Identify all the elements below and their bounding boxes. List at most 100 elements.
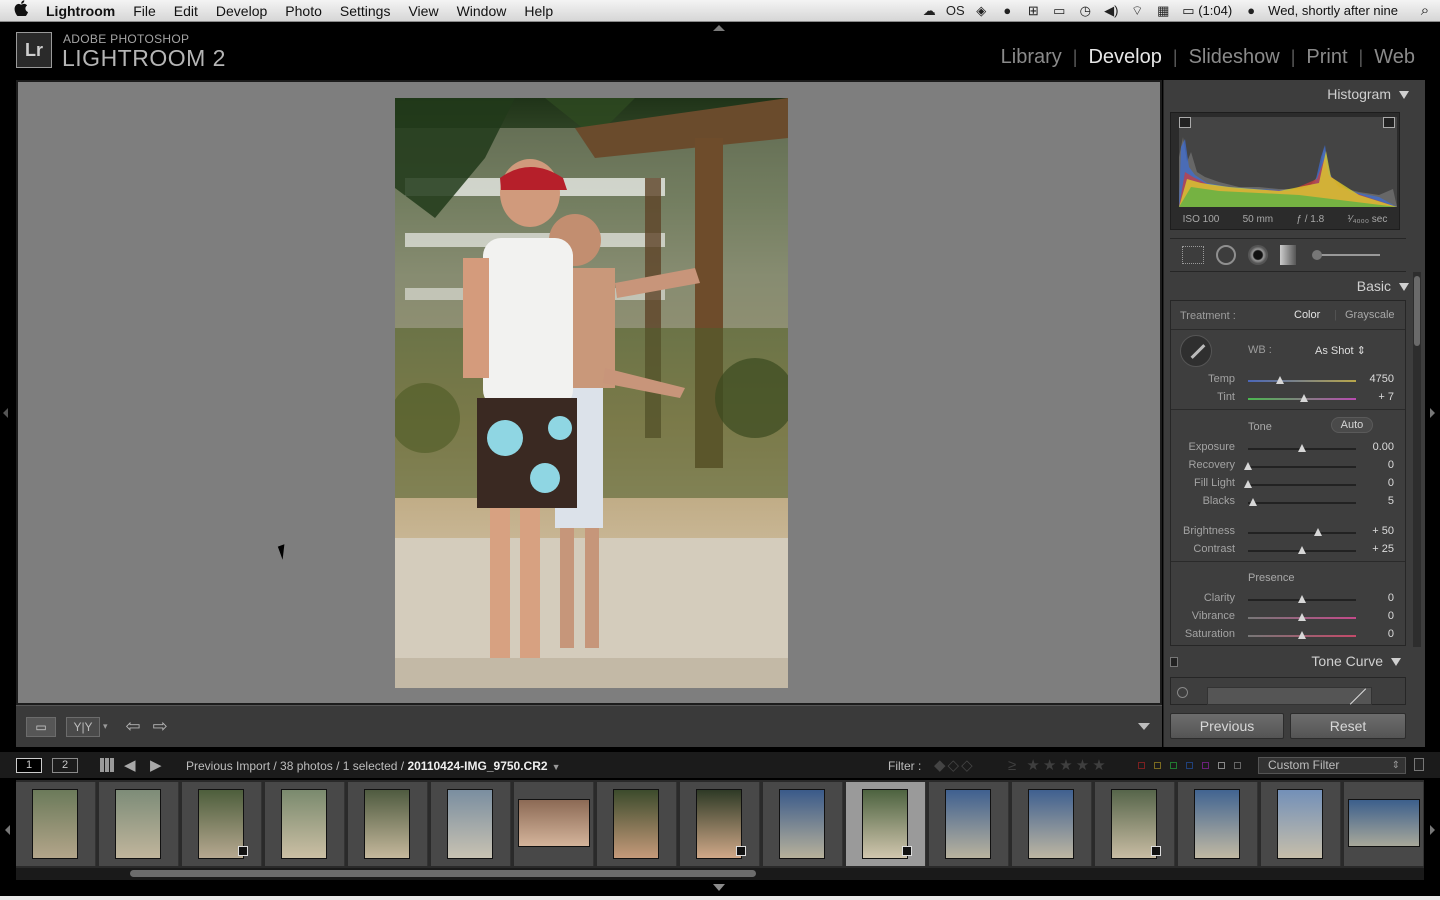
main-photo[interactable] [395, 98, 788, 688]
color-label-red[interactable] [1138, 762, 1145, 769]
recovery-slider[interactable] [1248, 466, 1356, 468]
tone-curve-header[interactable]: Tone Curve [1163, 651, 1425, 673]
user-icon[interactable]: ● [1238, 3, 1264, 18]
saturation-slider-thumb[interactable] [1298, 631, 1306, 639]
module-slideshow[interactable]: Slideshow [1178, 46, 1291, 69]
filmstrip-thumbnail[interactable] [99, 782, 179, 866]
filmstrip-thumbnail[interactable] [265, 782, 345, 866]
highlight-clipping-toggle[interactable] [1383, 117, 1395, 128]
filmstrip-forward-icon[interactable]: ▶ [150, 756, 162, 774]
cloud-sync-icon[interactable]: ☁ [916, 3, 942, 19]
filmstrip-thumbnail[interactable] [597, 782, 677, 866]
brightness-value[interactable]: + 50 [1372, 525, 1394, 537]
fill-light-value[interactable]: 0 [1388, 477, 1394, 489]
filmstrip-thumbnail[interactable] [1261, 782, 1341, 866]
right-panel-toggle-icon[interactable] [1430, 408, 1435, 418]
treatment-grayscale-option[interactable]: Grayscale [1345, 309, 1395, 321]
tint-slider-thumb[interactable] [1300, 394, 1309, 402]
menu-photo[interactable]: Photo [276, 3, 331, 19]
rating-filter[interactable]: ≥ ★★★★★ [1008, 756, 1109, 774]
before-after-button[interactable]: Y|Y [66, 716, 100, 737]
treatment-color-option[interactable]: Color [1294, 309, 1320, 321]
clarity-value[interactable]: 0 [1388, 592, 1394, 604]
exposure-slider-thumb[interactable] [1298, 444, 1306, 452]
menu-lightroom[interactable]: Lightroom [42, 3, 124, 19]
filmstrip-thumbnail[interactable] [763, 782, 843, 866]
filmstrip-thumbnail[interactable] [514, 782, 594, 866]
right-panel-scrollbar[interactable] [1413, 272, 1421, 647]
os-badge-icon[interactable]: OS [942, 3, 968, 18]
graduated-filter-icon[interactable] [1280, 245, 1296, 265]
vibrance-slider-thumb[interactable] [1298, 613, 1306, 621]
loupe-view-button[interactable]: ▭ [26, 716, 56, 737]
loupe-view[interactable] [16, 80, 1162, 705]
previous-photo-icon[interactable]: ⇦ [126, 716, 141, 737]
filmstrip-scroll-right-icon[interactable] [1430, 825, 1435, 835]
filmstrip-thumbnail[interactable] [680, 782, 760, 866]
module-web[interactable]: Web [1363, 46, 1426, 69]
scrollbar-thumb[interactable] [1414, 276, 1420, 346]
tone-curve-enable-toggle[interactable] [1170, 657, 1178, 667]
color-label-purple[interactable] [1202, 762, 1209, 769]
color-label-none[interactable] [1234, 762, 1241, 769]
collapse-filmstrip-icon[interactable] [713, 884, 725, 891]
fill-light-slider[interactable] [1248, 484, 1356, 486]
menubar-clock[interactable]: Wed, shortly after nine [1264, 3, 1410, 18]
recovery-value[interactable]: 0 [1388, 459, 1394, 471]
color-label-yellow[interactable] [1154, 762, 1161, 769]
saturation-value[interactable]: 0 [1388, 628, 1394, 640]
menu-settings[interactable]: Settings [331, 3, 400, 19]
tone-curve-graph[interactable] [1207, 687, 1372, 705]
tint-value[interactable]: + 7 [1378, 391, 1394, 403]
main-window-button[interactable]: 1 [16, 758, 42, 773]
filmstrip-thumbnail[interactable] [1178, 782, 1258, 866]
filmstrip-thumbnail[interactable] [1344, 782, 1424, 866]
add-icon[interactable]: ⊞ [1020, 3, 1046, 19]
chevron-down-icon[interactable]: ▾ [103, 721, 108, 732]
filmstrip-thumbnail[interactable] [16, 782, 96, 866]
reset-button[interactable]: Reset [1290, 713, 1406, 739]
secondary-window-button[interactable]: 2 [52, 758, 78, 773]
target-adjust-icon[interactable] [1177, 687, 1188, 698]
temp-slider-thumb[interactable] [1276, 376, 1285, 384]
filmstrip-thumbnail[interactable] [348, 782, 428, 866]
left-panel-toggle-icon[interactable] [3, 408, 8, 418]
filmstrip-back-icon[interactable]: ◀ [124, 756, 136, 774]
spotlight-search-icon[interactable]: ⌕ [1410, 2, 1440, 19]
filter-lock-toggle[interactable] [1414, 758, 1424, 771]
filmstrip-scroll-left-icon[interactable] [5, 825, 10, 835]
filmstrip-thumbnail[interactable] [1012, 782, 1092, 866]
blacks-slider[interactable] [1248, 502, 1356, 504]
exposure-value[interactable]: 0.00 [1373, 441, 1394, 453]
growl-icon[interactable]: ● [994, 3, 1020, 18]
menu-help[interactable]: Help [515, 3, 562, 19]
crop-overlay-icon[interactable] [1182, 246, 1204, 264]
menu-develop[interactable]: Develop [207, 3, 276, 19]
contrast-slider-thumb[interactable] [1298, 546, 1306, 554]
histogram-header[interactable]: Histogram [1327, 86, 1409, 102]
filmstrip[interactable] [16, 780, 1424, 868]
filmstrip-scrollbar[interactable] [16, 868, 1424, 880]
filmstrip-thumbnail[interactable] [929, 782, 1009, 866]
blacks-value[interactable]: 5 [1388, 495, 1394, 507]
time-machine-icon[interactable]: ◷ [1072, 3, 1098, 19]
module-develop[interactable]: Develop [1077, 46, 1172, 69]
color-label-blue[interactable] [1186, 762, 1193, 769]
airplay-icon[interactable]: ▭ [1046, 3, 1072, 19]
filmstrip-thumbnail[interactable] [182, 782, 262, 866]
collapse-top-panel-icon[interactable] [713, 25, 725, 31]
recovery-slider-thumb[interactable] [1244, 462, 1252, 470]
histogram[interactable]: ISO 100 50 mm ƒ / 1.8 ¹⁄₄₀₀₀ sec [1170, 112, 1400, 230]
vibrance-value[interactable]: 0 [1388, 610, 1394, 622]
filmstrip-source[interactable]: Previous Import / 38 photos / 1 selected… [186, 759, 560, 773]
next-photo-icon[interactable]: ⇨ [153, 716, 168, 737]
filmstrip-thumbnail[interactable] [1095, 782, 1175, 866]
input-menu-icon[interactable]: ▦ [1150, 3, 1176, 19]
menu-edit[interactable]: Edit [165, 3, 207, 19]
wb-select[interactable]: As Shot ⇕ [1315, 344, 1366, 357]
red-eye-icon[interactable] [1248, 245, 1268, 265]
filmstrip-thumbnail[interactable] [431, 782, 511, 866]
adjustment-brush-icon[interactable] [1312, 250, 1380, 260]
module-library[interactable]: Library [990, 46, 1073, 69]
scrollbar-thumb[interactable] [130, 870, 756, 877]
